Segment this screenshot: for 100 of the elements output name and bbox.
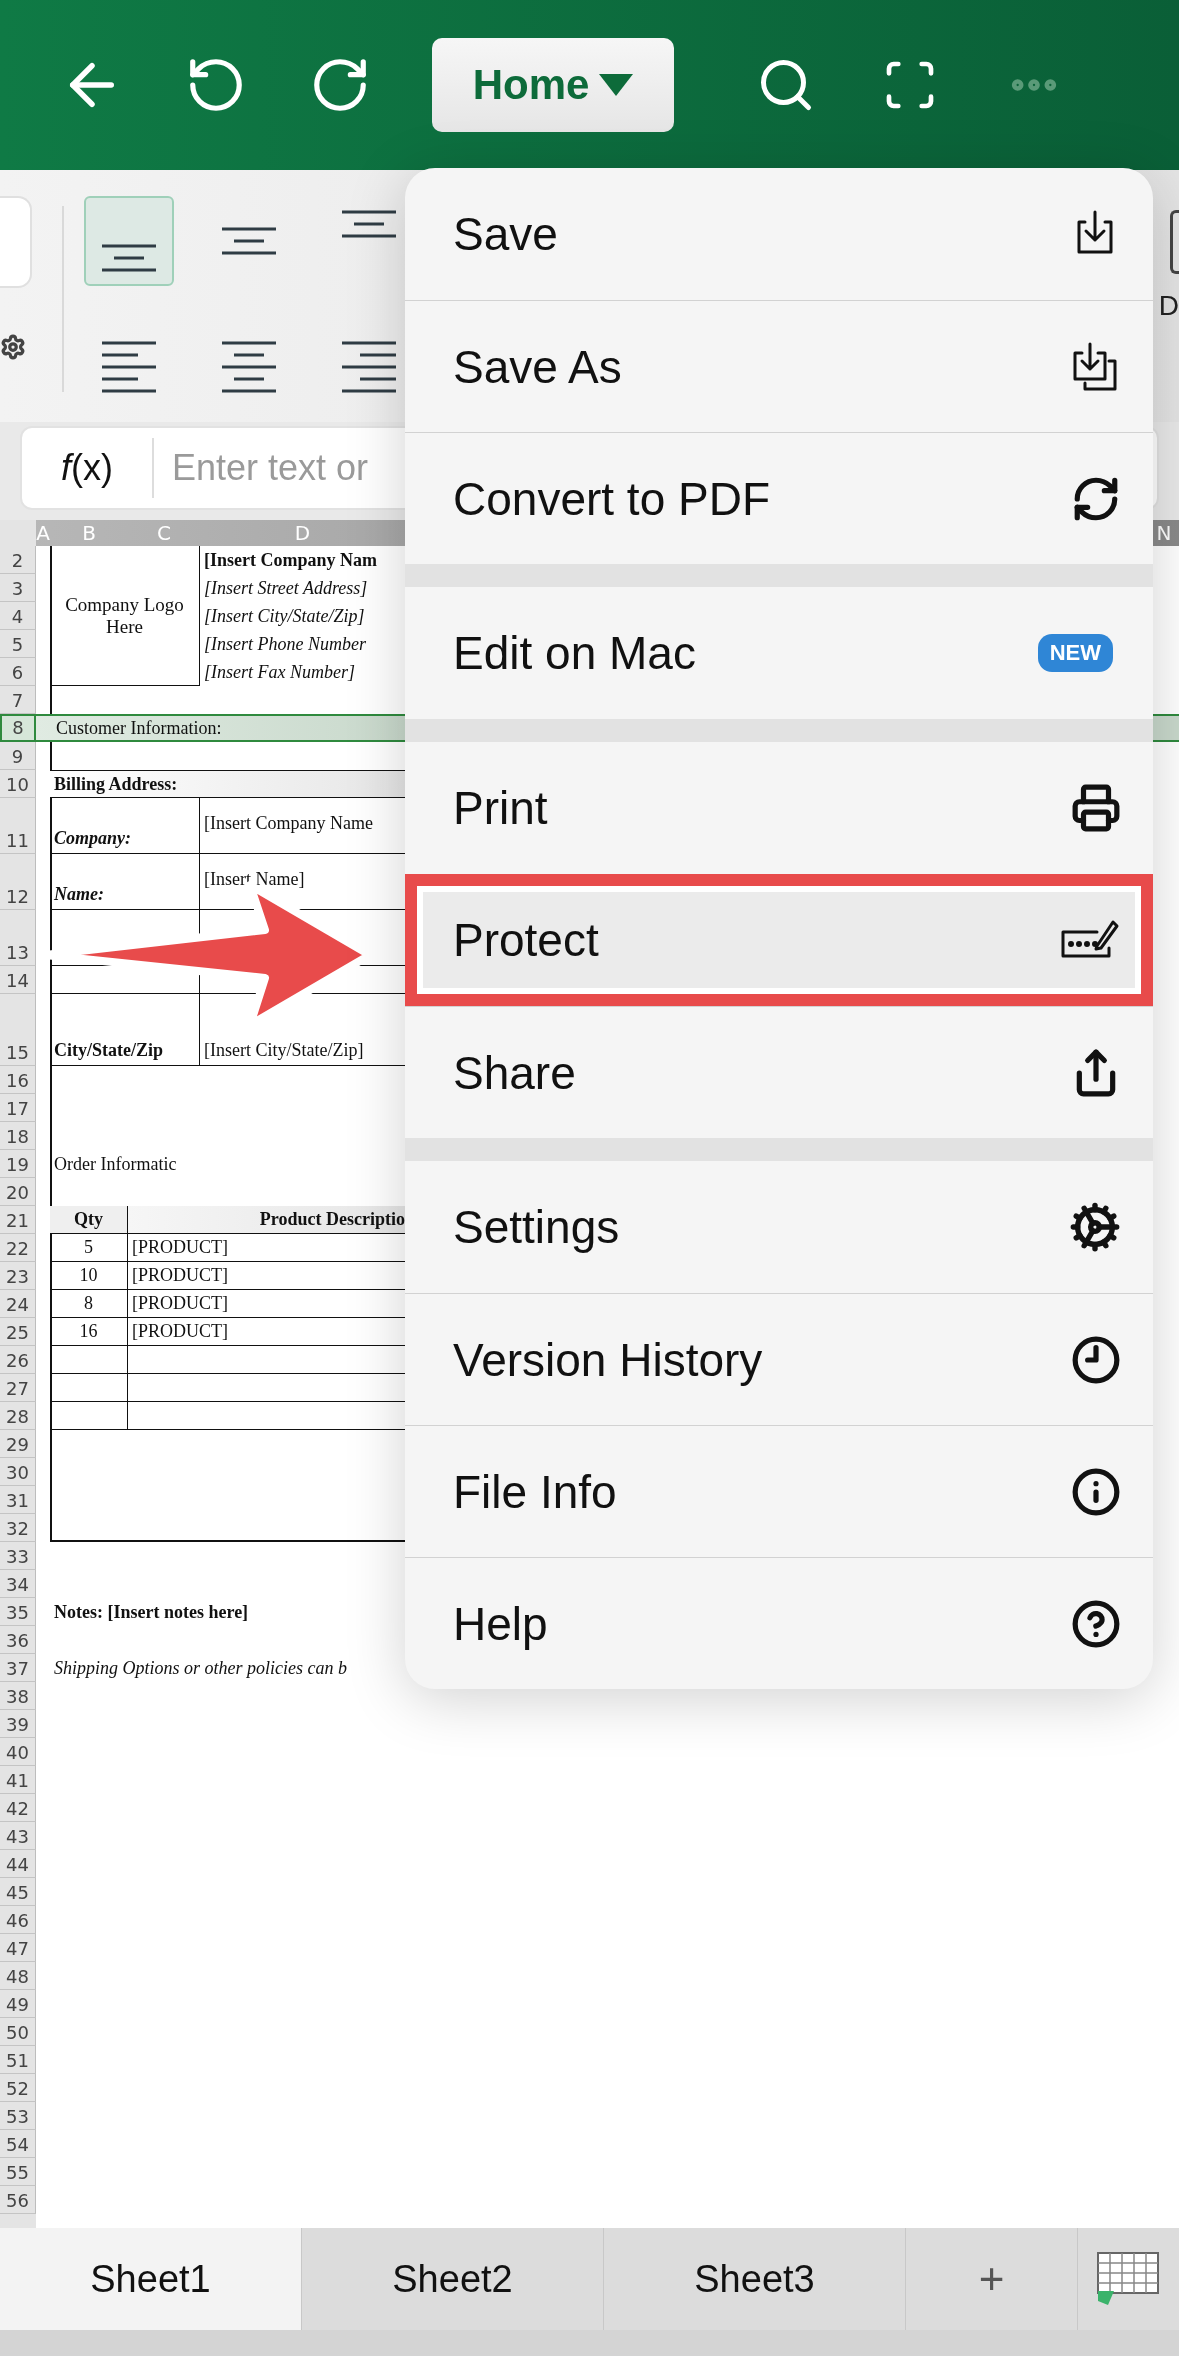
menu-item-label: Version History	[453, 1332, 764, 1387]
row-number[interactable]: 51	[0, 2046, 36, 2074]
row-number[interactable]: 26	[0, 1346, 36, 1374]
row-number[interactable]: 4	[0, 602, 36, 630]
row-number[interactable]: 31	[0, 1486, 36, 1514]
settings-icon[interactable]	[0, 334, 26, 360]
row-header-strip	[0, 2214, 36, 2228]
selected-row: Customer Information:	[36, 714, 405, 742]
notes-text: Notes: [Insert notes here]	[53, 1600, 250, 1624]
row-number[interactable]: 21	[0, 1206, 36, 1234]
row-number[interactable]: 15	[0, 994, 36, 1066]
row-number[interactable]: 16	[0, 1066, 36, 1094]
table-cell: 8	[50, 1290, 128, 1318]
menu-item-label: File Info	[453, 1464, 618, 1519]
row-number[interactable]: 3	[0, 574, 36, 602]
row-number[interactable]: 48	[0, 1962, 36, 1990]
row-number[interactable]: 42	[0, 1794, 36, 1822]
row-number[interactable]: 18	[0, 1122, 36, 1150]
row-number[interactable]: 35	[0, 1598, 36, 1626]
row-number[interactable]: 6	[0, 658, 36, 686]
menu-item-label: Print	[453, 781, 549, 835]
row-number[interactable]: 29	[0, 1430, 36, 1458]
menu-item[interactable]: File Info	[405, 1425, 1153, 1557]
row-number[interactable]: 50	[0, 2018, 36, 2046]
row-number[interactable]: 8	[0, 714, 36, 742]
ribbon-button[interactable]	[1170, 210, 1179, 274]
field-label: Company:	[50, 798, 200, 854]
row-number[interactable]: 9	[0, 742, 36, 770]
row-number[interactable]: 47	[0, 1934, 36, 1962]
align-button[interactable]	[84, 196, 174, 286]
align-bottom-icon	[102, 244, 156, 272]
row-number[interactable]: 56	[0, 2186, 36, 2214]
table-cell-text: [Insert City/State/Zip]	[203, 604, 366, 628]
row-number[interactable]: 41	[0, 1766, 36, 1794]
row-number[interactable]: 11	[0, 798, 36, 854]
row-number[interactable]: 55	[0, 2158, 36, 2186]
menu-item[interactable]: Settings	[405, 1161, 1153, 1293]
table-cell-text: [Insert Company Nam	[203, 548, 378, 572]
table-cell-text: [Insert Phone Number	[203, 632, 367, 656]
row-number[interactable]: 2	[0, 546, 36, 574]
table-cell: [PRODUCT]	[128, 1262, 405, 1290]
policy-text: Shipping Options or other policies can b	[53, 1656, 348, 1680]
grid-icon	[1095, 2251, 1162, 2307]
row-number[interactable]: 28	[0, 1402, 36, 1430]
row-number[interactable]: 45	[0, 1878, 36, 1906]
row-number[interactable]: 38	[0, 1682, 36, 1710]
row-number[interactable]: 5	[0, 630, 36, 658]
row-number[interactable]: 14	[0, 966, 36, 994]
row-number[interactable]: 44	[0, 1850, 36, 1878]
row-number[interactable]: 40	[0, 1738, 36, 1766]
row-number[interactable]: 33	[0, 1542, 36, 1570]
row-number[interactable]: 12	[0, 854, 36, 910]
row-number[interactable]: 46	[0, 1906, 36, 1934]
row-number[interactable]: 20	[0, 1178, 36, 1206]
menu-item[interactable]: Help	[405, 1557, 1153, 1689]
table-cell-text: [Insert Street Address]	[203, 576, 369, 600]
menu-item-label: Protect	[453, 913, 600, 967]
row-number[interactable]: 49	[0, 1990, 36, 2018]
printer-icon	[1071, 783, 1121, 833]
menu-item[interactable]: Save	[405, 168, 1153, 300]
menu-item[interactable]: Version History	[405, 1293, 1153, 1425]
table-cell: [PRODUCT]	[128, 1318, 405, 1346]
table-cell: Company Logo Here	[50, 546, 200, 686]
menu-item[interactable]: Protect	[405, 874, 1153, 1006]
row-number[interactable]: 27	[0, 1374, 36, 1402]
row-number[interactable]: 13	[0, 910, 36, 966]
row-number[interactable]: 22	[0, 1234, 36, 1262]
row-number[interactable]: 32	[0, 1514, 36, 1542]
row-number[interactable]: 54	[0, 2130, 36, 2158]
settings-icon	[1069, 1201, 1121, 1253]
new-badge: NEW	[1037, 634, 1113, 672]
row-number[interactable]: 7	[0, 686, 36, 714]
font-field[interactable]	[0, 196, 32, 288]
menu-item[interactable]: Save As	[405, 300, 1153, 432]
row-number[interactable]: 52	[0, 2074, 36, 2102]
row-number[interactable]: 30	[0, 1458, 36, 1486]
row-number[interactable]: 19	[0, 1150, 36, 1178]
caret-icon	[599, 74, 634, 96]
row-number[interactable]: 34	[0, 1570, 36, 1598]
menu-item-label: Save	[453, 207, 559, 261]
field-label: City/State/Zip	[50, 994, 200, 1066]
row-number[interactable]: 37	[0, 1654, 36, 1682]
row-number[interactable]: 17	[0, 1094, 36, 1122]
menu-item[interactable]: Edit on Mac NEW	[405, 587, 1153, 719]
row-number[interactable]: 43	[0, 1822, 36, 1850]
row-number[interactable]: 24	[0, 1290, 36, 1318]
function-label[interactable]: f(x)	[22, 447, 152, 489]
menu-item-label: Edit on Mac	[453, 626, 697, 680]
info-icon	[1071, 1466, 1121, 1517]
row-number[interactable]: 10	[0, 770, 36, 798]
row-number[interactable]: 36	[0, 1626, 36, 1654]
ribbon-label: D	[1158, 292, 1179, 320]
row-number[interactable]: 53	[0, 2102, 36, 2130]
row-number[interactable]: 23	[0, 1262, 36, 1290]
menu-item[interactable]: Print	[405, 742, 1153, 874]
row-number[interactable]: 39	[0, 1710, 36, 1738]
row-number[interactable]: 25	[0, 1318, 36, 1346]
home-tab-button[interactable]: Home	[432, 38, 674, 132]
table-cell: 5	[50, 1234, 128, 1262]
sheet-tab[interactable]: Sheet1	[0, 2228, 302, 2330]
